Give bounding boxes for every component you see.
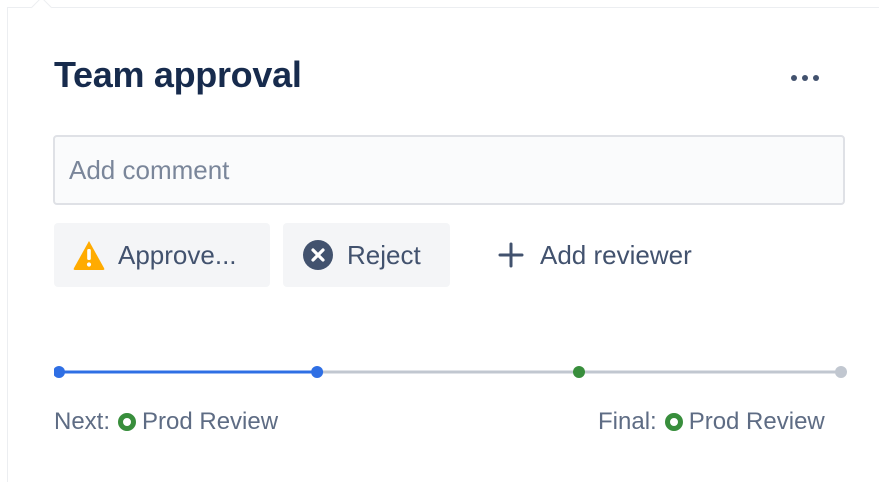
more-dot bbox=[813, 75, 819, 81]
approval-panel: Team approval Approve... Reject bbox=[7, 0, 879, 482]
approve-button[interactable]: Approve... bbox=[54, 223, 270, 287]
warning-icon bbox=[72, 238, 106, 272]
approval-progress-track bbox=[54, 366, 847, 378]
more-dot bbox=[802, 75, 808, 81]
status-dot-icon bbox=[664, 413, 683, 431]
final-stage-label: Final: Prod Review bbox=[598, 408, 825, 436]
panel-pointer bbox=[30, 0, 53, 19]
final-stage-prefix: Final: bbox=[598, 408, 657, 435]
stage-marker-final bbox=[835, 366, 847, 378]
reject-button-label: Reject bbox=[347, 239, 421, 270]
final-stage-name: Prod Review bbox=[688, 408, 825, 435]
plus-icon bbox=[494, 238, 528, 272]
status-dot-icon bbox=[118, 413, 137, 431]
panel-title: Team approval bbox=[54, 54, 302, 95]
more-horizontal-icon bbox=[791, 75, 797, 81]
add-reviewer-label: Add reviewer bbox=[540, 239, 692, 270]
stage-marker-current bbox=[311, 366, 324, 378]
cross-circle-icon bbox=[301, 238, 335, 272]
approve-button-label: Approve... bbox=[118, 239, 237, 270]
more-options-button[interactable] bbox=[780, 62, 830, 94]
reject-button[interactable]: Reject bbox=[283, 223, 450, 287]
stage-marker-next bbox=[573, 366, 585, 378]
next-stage-label: Next: Prod Review bbox=[54, 408, 278, 436]
next-stage-name: Prod Review bbox=[142, 408, 279, 435]
add-reviewer-button[interactable]: Add reviewer bbox=[478, 223, 718, 287]
add-comment-input[interactable] bbox=[53, 135, 845, 205]
stage-marker-start bbox=[54, 366, 65, 378]
next-stage-prefix: Next: bbox=[54, 408, 111, 435]
